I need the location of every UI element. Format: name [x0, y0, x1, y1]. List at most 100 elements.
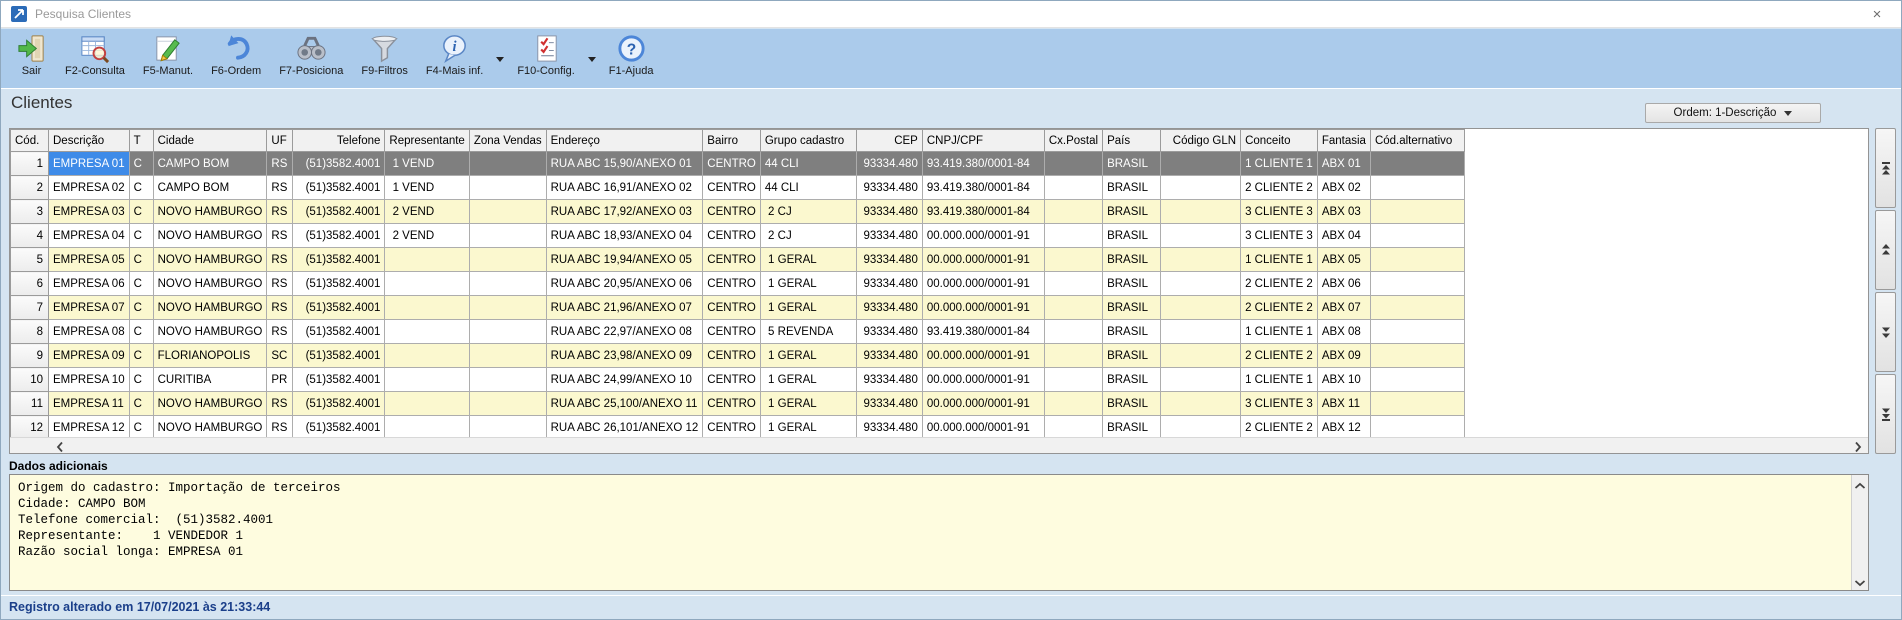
- column-header-representante[interactable]: Representante: [385, 130, 469, 152]
- column-header-zona[interactable]: Zona Vendas: [469, 130, 546, 152]
- table-cell-conceito[interactable]: 2 CLIENTE 2: [1241, 416, 1318, 440]
- table-cell-cnpj[interactable]: 00.000.000/0001-91: [922, 416, 1044, 440]
- table-cell-t[interactable]: C: [129, 152, 153, 176]
- table-cell-gln[interactable]: [1161, 224, 1241, 248]
- table-cell-cep[interactable]: 93334.480: [856, 272, 922, 296]
- table-cell-uf[interactable]: RS: [267, 416, 293, 440]
- f4-mais-inf-button[interactable]: i F4-Mais inf.: [417, 29, 492, 88]
- table-cell-conceito[interactable]: 1 CLIENTE 1: [1241, 248, 1318, 272]
- table-cell-bairro[interactable]: CENTRO: [703, 200, 761, 224]
- table-cell-cnpj[interactable]: 00.000.000/0001-91: [922, 368, 1044, 392]
- table-cell-cidade[interactable]: NOVO HAMBURGO: [153, 320, 267, 344]
- table-cell-bairro[interactable]: CENTRO: [703, 392, 761, 416]
- table-cell-representante[interactable]: [385, 392, 469, 416]
- table-cell-cep[interactable]: 93334.480: [856, 296, 922, 320]
- table-cell-gln[interactable]: [1161, 152, 1241, 176]
- table-cell-cxpostal[interactable]: [1044, 176, 1102, 200]
- table-cell-cep[interactable]: 93334.480: [856, 368, 922, 392]
- go-first-button[interactable]: [1875, 128, 1896, 208]
- table-cell-uf[interactable]: SC: [267, 344, 293, 368]
- table-cell-endereco[interactable]: RUA ABC 19,94/ANEXO 05: [546, 248, 703, 272]
- table-cell-grupo[interactable]: 44 CLI: [760, 176, 856, 200]
- table-cell-codalt[interactable]: [1370, 224, 1464, 248]
- table-cell-representante[interactable]: [385, 296, 469, 320]
- table-cell-t[interactable]: C: [129, 176, 153, 200]
- table-cell-uf[interactable]: RS: [267, 152, 293, 176]
- table-cell-codalt[interactable]: [1370, 320, 1464, 344]
- table-cell-pais[interactable]: BRASIL: [1103, 248, 1161, 272]
- column-header-endereco[interactable]: Endereço: [546, 130, 703, 152]
- table-cell-cnpj[interactable]: 93.419.380/0001-84: [922, 176, 1044, 200]
- table-cell-cxpostal[interactable]: [1044, 368, 1102, 392]
- column-header-telefone[interactable]: Telefone: [293, 130, 385, 152]
- table-cell-cep[interactable]: 93334.480: [856, 416, 922, 440]
- table-cell-conceito[interactable]: 2 CLIENTE 2: [1241, 272, 1318, 296]
- row-number-cell[interactable]: 12: [11, 416, 49, 440]
- table-cell-representante[interactable]: [385, 248, 469, 272]
- table-cell-cxpostal[interactable]: [1044, 248, 1102, 272]
- f1-ajuda-button[interactable]: ? F1-Ajuda: [600, 29, 663, 88]
- table-cell-zona[interactable]: [469, 344, 546, 368]
- column-header-cidade[interactable]: Cidade: [153, 130, 267, 152]
- table-cell-pais[interactable]: BRASIL: [1103, 368, 1161, 392]
- scroll-up-icon[interactable]: [1854, 478, 1866, 490]
- table-cell-cidade[interactable]: NOVO HAMBURGO: [153, 224, 267, 248]
- table-cell-endereco[interactable]: RUA ABC 16,91/ANEXO 02: [546, 176, 703, 200]
- table-cell-codalt[interactable]: [1370, 272, 1464, 296]
- table-cell-endereco[interactable]: RUA ABC 21,96/ANEXO 07: [546, 296, 703, 320]
- table-cell-pais[interactable]: BRASIL: [1103, 152, 1161, 176]
- f5-manut-button[interactable]: F5-Manut.: [134, 29, 202, 88]
- table-cell-cxpostal[interactable]: [1044, 152, 1102, 176]
- table-cell-bairro[interactable]: CENTRO: [703, 416, 761, 440]
- table-cell-cxpostal[interactable]: [1044, 416, 1102, 440]
- table-cell-zona[interactable]: [469, 152, 546, 176]
- table-cell-pais[interactable]: BRASIL: [1103, 296, 1161, 320]
- table-cell-cxpostal[interactable]: [1044, 320, 1102, 344]
- table-cell-representante[interactable]: 2 VEND: [385, 200, 469, 224]
- table-cell-telefone[interactable]: (51)3582.4001: [293, 224, 385, 248]
- table-cell-endereco[interactable]: RUA ABC 20,95/ANEXO 06: [546, 272, 703, 296]
- table-cell-uf[interactable]: PR: [267, 368, 293, 392]
- table-cell-t[interactable]: C: [129, 200, 153, 224]
- table-cell-endereco[interactable]: RUA ABC 22,97/ANEXO 08: [546, 320, 703, 344]
- table-cell-gln[interactable]: [1161, 392, 1241, 416]
- dados-adicionais-memo[interactable]: Origem do cadastro: Importação de tercei…: [9, 474, 1869, 591]
- table-cell-t[interactable]: C: [129, 416, 153, 440]
- table-cell-zona[interactable]: [469, 392, 546, 416]
- table-cell-zona[interactable]: [469, 368, 546, 392]
- table-cell-pais[interactable]: BRASIL: [1103, 224, 1161, 248]
- table-cell-cep[interactable]: 93334.480: [856, 320, 922, 344]
- scroll-right-icon[interactable]: [1852, 440, 1864, 452]
- table-cell-conceito[interactable]: 1 CLIENTE 1: [1241, 152, 1318, 176]
- column-header-bairro[interactable]: Bairro: [703, 130, 761, 152]
- table-cell-bairro[interactable]: CENTRO: [703, 224, 761, 248]
- table-cell-cidade[interactable]: CAMPO BOM: [153, 176, 267, 200]
- column-header-cnpj[interactable]: CNPJ/CPF: [922, 130, 1044, 152]
- table-cell-cnpj[interactable]: 00.000.000/0001-91: [922, 248, 1044, 272]
- table-cell-fantasia[interactable]: ABX 07: [1317, 296, 1370, 320]
- row-number-cell[interactable]: 3: [11, 200, 49, 224]
- table-cell-grupo[interactable]: 2 CJ: [760, 224, 856, 248]
- table-cell-codalt[interactable]: [1370, 200, 1464, 224]
- column-header-codalt[interactable]: Cód.alternativo: [1370, 130, 1464, 152]
- table-cell-representante[interactable]: [385, 368, 469, 392]
- table-cell-grupo[interactable]: 1 GERAL: [760, 416, 856, 440]
- f10-config-button[interactable]: F10-Config.: [508, 29, 583, 88]
- table-cell-gln[interactable]: [1161, 344, 1241, 368]
- table-cell-codalt[interactable]: [1370, 392, 1464, 416]
- table-cell-codalt[interactable]: [1370, 152, 1464, 176]
- table-cell-gln[interactable]: [1161, 248, 1241, 272]
- table-cell-representante[interactable]: [385, 272, 469, 296]
- table-cell-codalt[interactable]: [1370, 248, 1464, 272]
- table-cell-conceito[interactable]: 2 CLIENTE 2: [1241, 296, 1318, 320]
- table-cell-cnpj[interactable]: 93.419.380/0001-84: [922, 152, 1044, 176]
- table-cell-t[interactable]: C: [129, 272, 153, 296]
- table-cell-cep[interactable]: 93334.480: [856, 248, 922, 272]
- table-cell-bairro[interactable]: CENTRO: [703, 272, 761, 296]
- column-header-conceito[interactable]: Conceito: [1241, 130, 1318, 152]
- table-cell-zona[interactable]: [469, 416, 546, 440]
- page-up-button[interactable]: [1875, 210, 1896, 290]
- table-cell-cidade[interactable]: CAMPO BOM: [153, 152, 267, 176]
- table-cell-conceito[interactable]: 1 CLIENTE 1: [1241, 368, 1318, 392]
- table-cell-representante[interactable]: 1 VEND: [385, 152, 469, 176]
